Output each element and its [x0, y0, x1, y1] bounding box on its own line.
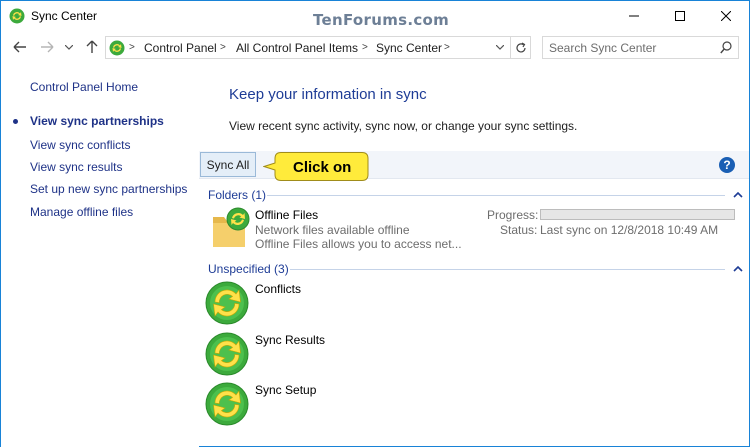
group-header-folders[interactable]: Folders (1)	[208, 188, 266, 202]
progress-label: Progress:	[487, 208, 539, 222]
group-header-unspecified[interactable]: Unspecified (3)	[208, 262, 289, 276]
chevron-down-icon	[496, 45, 504, 50]
sync-center-app-icon	[9, 8, 25, 24]
forward-arrow-icon	[41, 41, 54, 53]
active-bullet-icon	[13, 119, 18, 124]
close-icon	[721, 11, 731, 21]
sync-results-name[interactable]: Sync Results	[255, 333, 325, 347]
chevron-right-icon[interactable]: >	[220, 42, 226, 53]
title-bar: Sync Center TenForums.com	[1, 1, 749, 32]
help-icon[interactable]: ?	[719, 157, 735, 173]
address-bar[interactable]: > Control Panel > All Control Panel Item…	[105, 36, 531, 59]
maximize-button[interactable]	[657, 1, 703, 31]
sync-setup-name[interactable]: Sync Setup	[255, 383, 316, 397]
search-box[interactable]	[542, 36, 739, 59]
breadcrumb-control-panel[interactable]: Control Panel	[144, 41, 217, 55]
group-divider	[290, 269, 725, 270]
chevron-right-icon: >	[129, 42, 135, 53]
callout-text: Click on	[293, 159, 352, 176]
sidebar-item-view-sync-partnerships[interactable]: View sync partnerships	[30, 114, 164, 128]
sync-all-button[interactable]: Sync All	[200, 152, 256, 177]
sidebar-item-view-sync-results[interactable]: View sync results	[30, 160, 122, 174]
close-button[interactable]	[703, 1, 749, 31]
page-description: View recent sync activity, sync now, or …	[229, 119, 578, 133]
window-title: Sync Center	[31, 9, 98, 23]
conflicts-name[interactable]: Conflicts	[255, 282, 301, 296]
maximize-icon	[675, 11, 685, 21]
breadcrumb-sync-center[interactable]: Sync Center	[376, 41, 442, 55]
sync-center-icon	[109, 40, 125, 56]
sync-progress-bar	[540, 209, 735, 220]
watermark-logo: TenForums.com	[313, 11, 450, 29]
offline-files-name[interactable]: Offline Files	[255, 208, 318, 222]
offline-files-folder-icon[interactable]	[211, 207, 253, 249]
offline-files-detail: Offline Files allows you to access net..…	[255, 237, 462, 251]
sync-center-window: Sync Center TenForums.com > Control Pane…	[0, 0, 750, 447]
up-arrow-icon	[86, 40, 98, 53]
minimize-button[interactable]	[611, 1, 657, 31]
conflicts-sync-icon[interactable]	[205, 281, 249, 325]
collapse-chevron-icon[interactable]	[732, 264, 744, 274]
navigation-bar: > Control Panel > All Control Panel Item…	[1, 32, 749, 63]
status-label: Status:	[500, 223, 538, 237]
offline-files-description: Network files available offline	[255, 223, 410, 237]
breadcrumb-all-control-panel-items[interactable]: All Control Panel Items	[236, 41, 358, 55]
chevron-down-icon	[65, 44, 73, 50]
search-icon[interactable]	[720, 41, 732, 54]
chevron-right-icon[interactable]: >	[362, 42, 368, 53]
page-heading: Keep your information in sync	[229, 86, 427, 103]
status-value: Last sync on 12/8/2018 10:49 AM	[540, 223, 719, 237]
up-button[interactable]	[83, 38, 101, 56]
sidebar-item-view-sync-conflicts[interactable]: View sync conflicts	[30, 138, 130, 152]
sync-results-sync-icon[interactable]	[205, 332, 249, 376]
refresh-icon	[516, 41, 526, 52]
refresh-button[interactable]	[510, 37, 531, 58]
collapse-chevron-icon[interactable]	[732, 190, 744, 200]
minimize-icon	[629, 15, 639, 17]
back-button[interactable]	[11, 38, 29, 56]
click-on-callout: Click on	[263, 151, 370, 182]
group-divider	[267, 195, 725, 196]
sidebar-item-manage-offline-files[interactable]: Manage offline files	[30, 205, 133, 219]
control-panel-home-link[interactable]: Control Panel Home	[30, 80, 138, 94]
chevron-right-icon[interactable]: >	[444, 42, 450, 53]
address-history-button[interactable]	[491, 37, 509, 58]
sidebar-item-set-up-new-sync-partnerships[interactable]: Set up new sync partnerships	[30, 182, 187, 196]
recent-locations-button[interactable]	[63, 38, 75, 56]
search-input[interactable]	[549, 39, 709, 56]
sync-setup-sync-icon[interactable]	[205, 382, 249, 426]
back-arrow-icon	[13, 41, 26, 53]
forward-button[interactable]	[38, 38, 56, 56]
